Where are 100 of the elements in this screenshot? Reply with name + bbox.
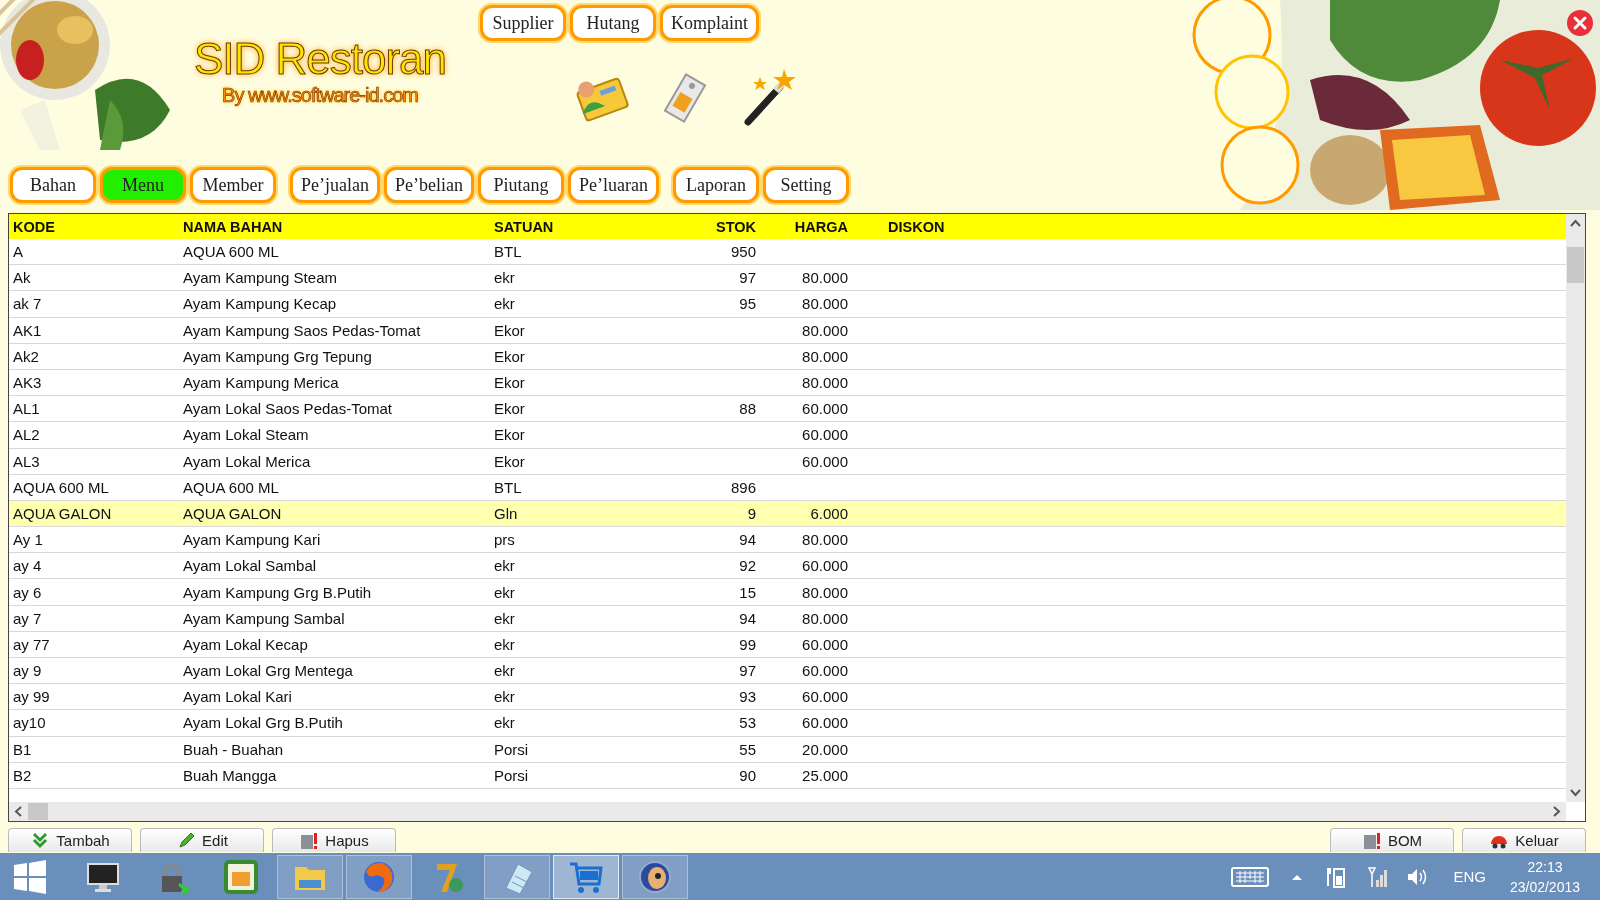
table-cell-text: Ak [12, 269, 32, 287]
table-cell-text: ekr [493, 714, 516, 732]
table-cell-text: ekr [493, 295, 516, 313]
table-cell-text: B1 [12, 740, 33, 758]
table-cell-text: 94 [738, 609, 757, 627]
table-cell-text: 92 [738, 557, 757, 575]
table-cell-text: AQUA GALON [182, 504, 283, 522]
nav-tab[interactable]: Member [190, 167, 276, 203]
table-cell-text: BTL [493, 478, 523, 496]
table-cell-text: 60.000 [801, 635, 849, 653]
table-cell-text: 60.000 [801, 688, 849, 706]
table-cell-text: Ayam Lokal Grg B.Putih [182, 714, 344, 732]
table-cell-text: Ayam Kampung Grg Tepung [182, 347, 373, 365]
table-cell-text: Porsi [493, 740, 530, 758]
table-cell-text: ay10 [12, 714, 47, 732]
keyboard-icon[interactable] [1231, 866, 1270, 887]
nav-tab[interactable]: Setting [762, 167, 849, 203]
table-cell-text: AQUA 600 ML [182, 478, 280, 496]
table-cell-text: ay 6 [12, 583, 43, 601]
table-cell-text: Ayam Kampung Steam [182, 269, 338, 287]
horizontal-scrollbar[interactable] [9, 802, 1566, 821]
table-cell-text: Ayam Lokal Sambal [182, 557, 318, 575]
table-cell-text: AL3 [12, 452, 41, 470]
action-button[interactable]: Keluar [1462, 828, 1586, 852]
table-cell-text: 60.000 [801, 426, 849, 444]
close-button[interactable] [1566, 9, 1594, 37]
table-cell-text: Ekor [493, 426, 526, 444]
table-cell-text: 80.000 [801, 583, 849, 601]
table-cell-text: BTL [493, 243, 523, 261]
table-cell-text: 97 [738, 269, 757, 287]
table-cell-text: B2 [12, 766, 33, 784]
table-cell-text: Ayam Kampung Kari [182, 531, 322, 549]
nav-tab[interactable]: Pe’luaran [567, 167, 659, 203]
nav-tab[interactable]: Pe’belian [384, 167, 474, 203]
app-logo-title: SID Restoran [193, 34, 447, 84]
nav-tab[interactable]: Laporan [672, 167, 759, 203]
table-cell-text: Buah Mangga [182, 766, 278, 784]
table-cell-text: 80.000 [801, 347, 849, 365]
table-cell-text: AK3 [12, 374, 43, 392]
table-cell-text: 60.000 [801, 452, 849, 470]
selected-row[interactable]: AQUA GALON AQUA GALON Gln 9 6.000 [9, 500, 1566, 528]
table-cell-text: ay 4 [12, 557, 43, 575]
nav-tab[interactable]: Menu [100, 167, 186, 203]
action-button[interactable]: Edit [140, 828, 264, 852]
table-cell-text: ay 77 [12, 635, 51, 653]
table-cell-text: Ayam Lokal Grg Mentega [182, 662, 354, 680]
table-cell-text: Ayam Kampung Kecap [182, 295, 338, 313]
table-cell-text: Ayam Lokal Saos Pedas-Tomat [182, 400, 393, 418]
menu-button[interactable]: Supplier [480, 5, 566, 41]
table-cell-text: Ayam Lokal Kari [182, 688, 293, 706]
table-cell-text: 53 [738, 714, 757, 732]
table-cell-text: 80.000 [801, 609, 849, 627]
scrollbar-thumb[interactable] [1567, 247, 1584, 283]
column-header: HARGA [793, 218, 849, 235]
action-button[interactable]: Tambah [8, 828, 132, 852]
table-cell-text: ekr [493, 557, 516, 575]
table-cell-text: 950 [729, 243, 757, 261]
table-cell-text: ay 9 [12, 662, 43, 680]
table-cell-text: ekr [493, 583, 516, 601]
menu-button[interactable]: Komplaint [660, 5, 759, 41]
action-button[interactable]: Hapus [272, 828, 396, 852]
start-windows-icon[interactable] [12, 858, 48, 895]
table-cell-text: 95 [738, 295, 757, 313]
table-cell-text: 55 [738, 740, 757, 758]
table-cell-text: ekr [493, 635, 516, 653]
table-cell-text: AQUA 600 ML [12, 478, 110, 496]
table-cell-text: Buah - Buahan [182, 740, 285, 758]
table-cell-text: ay 7 [12, 609, 43, 627]
hs-app-icon[interactable] [222, 857, 260, 896]
nav-tab[interactable]: Piutang [477, 167, 564, 203]
device-icon [1361, 830, 1382, 851]
table-cell-text: A [12, 243, 24, 261]
table-cell-text: Ayam Kampung Grg B.Putih [182, 583, 373, 601]
table-cell-text: 97 [738, 662, 757, 680]
table-cell-text: AQUA 600 ML [182, 243, 280, 261]
table-cell-text: 80.000 [801, 269, 849, 287]
table-cell-text: 90 [738, 766, 757, 784]
table-cell-text: AL2 [12, 426, 41, 444]
table-cell-text: Ayam Kampung Saos Pedas-Tomat [182, 321, 422, 339]
vertical-scrollbar[interactable] [1566, 214, 1585, 802]
table-cell-text: Ekor [493, 374, 526, 392]
table-cell-text: Ayam Lokal Steam [182, 426, 310, 444]
action-button[interactable]: BOM [1330, 828, 1454, 852]
column-header: NAMA BAHAN [182, 218, 284, 235]
nav-tab[interactable]: Pe’jualan [290, 167, 380, 203]
table-cell-text: 80.000 [801, 295, 849, 313]
table-cell-text: 60.000 [801, 400, 849, 418]
menu-button[interactable]: Hutang [570, 5, 656, 41]
table-cell-text: ekr [493, 662, 516, 680]
table-cell-text: 93 [738, 688, 757, 706]
scrollbar-thumb[interactable] [28, 803, 48, 820]
table-cell-text: 896 [729, 478, 757, 496]
table-cell-text: Ekor [493, 321, 526, 339]
table-cell-text: 6.000 [809, 504, 849, 522]
nav-tab[interactable]: Bahan [10, 167, 96, 203]
table-cell-text: 20.000 [801, 740, 849, 758]
table-cell-text: ak 7 [12, 295, 43, 313]
signal-icon[interactable] [1365, 865, 1390, 888]
table-cell-text: 88 [738, 400, 757, 418]
app-logo-subtitle: By www.software-id.com [222, 84, 418, 107]
